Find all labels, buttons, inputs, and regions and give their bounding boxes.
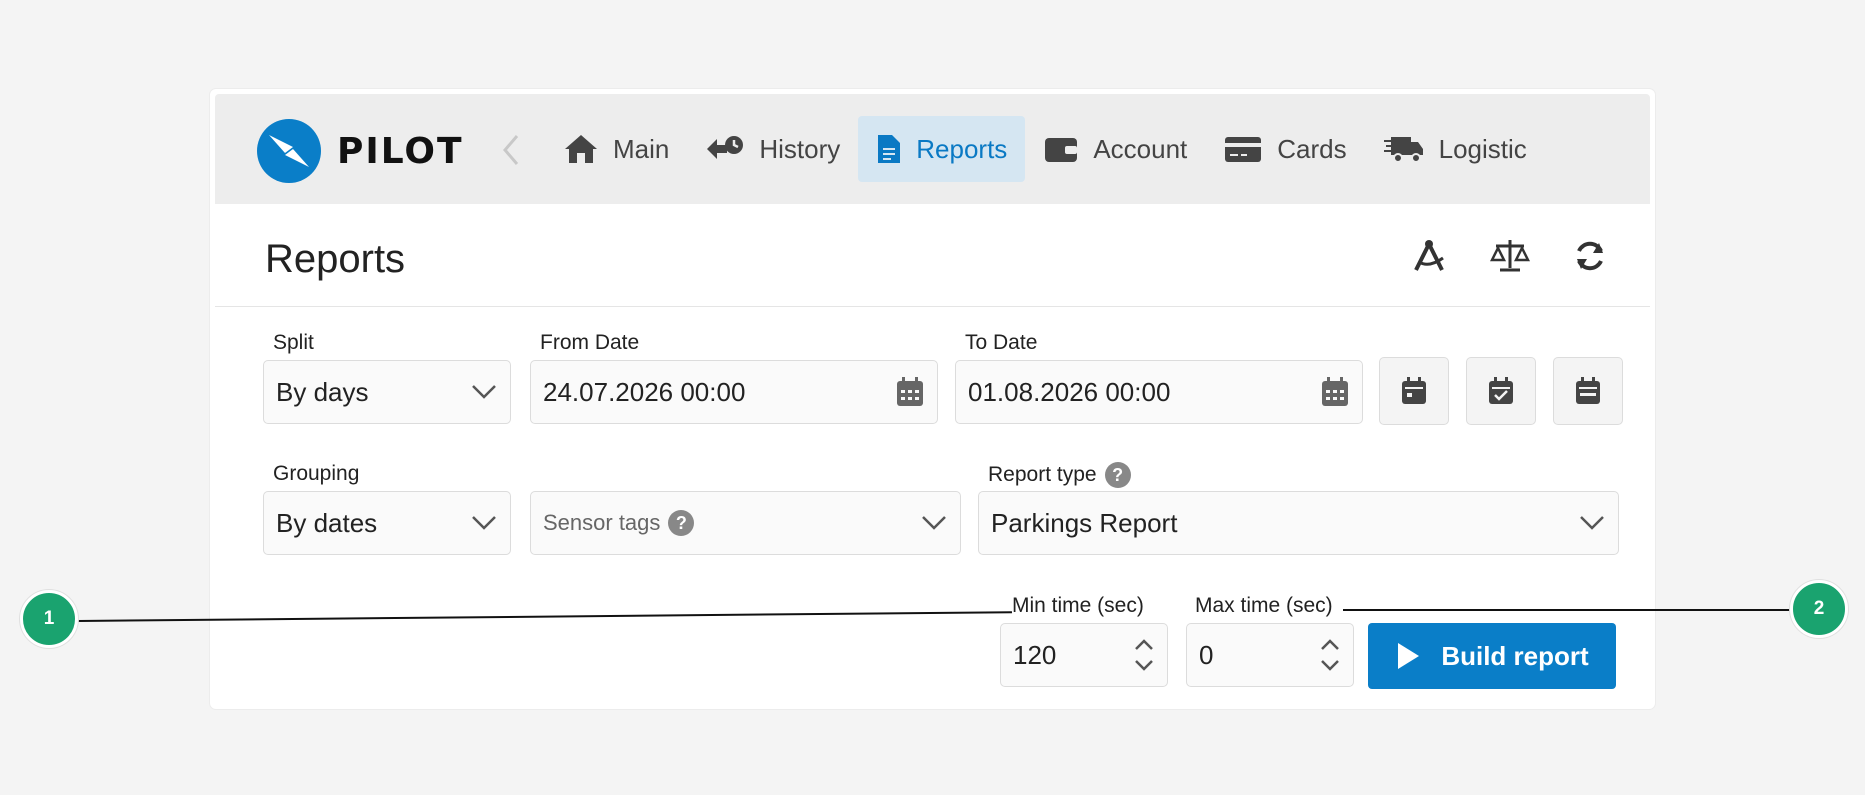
report-type-label: Report type ? [988,462,1131,488]
header-divider [215,306,1650,307]
from-date-input[interactable]: 24.07.2026 00:00 [530,360,938,424]
card-icon [1225,137,1262,162]
nav-item-account[interactable]: Account [1025,116,1205,182]
nav-item-cards[interactable]: Cards [1205,116,1364,182]
report-type-label-text: Report type [988,463,1097,486]
sensor-tags-placeholder-wrap: Sensor tags ? [543,510,920,536]
nav-item-label: History [759,133,841,164]
play-icon [1398,643,1420,669]
annotation-marker-2: 2 [1790,580,1848,638]
from-date-value: 24.07.2026 00:00 [543,376,746,407]
split-select[interactable]: By days [263,360,511,424]
nav-item-logistic[interactable]: Logistic [1365,116,1545,182]
nav-back-chevron-icon[interactable] [495,130,525,170]
to-date-label: To Date [965,331,1038,354]
wallet-icon [1045,138,1078,162]
calendar-check-icon [1489,377,1513,404]
truck-icon [1383,137,1423,163]
to-date-value: 01.08.2026 00:00 [968,376,1171,407]
help-icon[interactable]: ? [668,510,695,536]
chevron-down-icon [472,385,496,399]
main-nav: Main History Reports Account Cards Logis… [545,116,1545,182]
top-navigation-bar: PILOT Main History Reports Account Cards… [215,94,1650,204]
pilot-logo[interactable]: PILOT [255,117,464,185]
min-time-label: Min time (sec) [1012,594,1144,617]
build-report-button[interactable]: Build report [1368,623,1616,689]
to-date-input[interactable]: 01.08.2026 00:00 [955,360,1363,424]
split-value: By days [276,376,369,407]
annotation-marker-label: 1 [43,608,55,629]
max-time-input[interactable]: 0 [1186,623,1354,687]
from-date-label: From Date [540,331,640,354]
preset-today-button[interactable] [1379,357,1449,425]
grouping-select[interactable]: By dates [263,491,511,555]
min-time-input[interactable]: 120 [1000,623,1168,687]
annotation-marker-1: 1 [20,590,78,648]
stepper-icon[interactable] [1319,635,1341,675]
nav-item-label: Logistic [1438,133,1527,164]
annotation-marker-label: 2 [1813,598,1825,619]
page-title: Reports [265,237,406,281]
preset-yesterday-button[interactable] [1466,357,1536,425]
calendar-day-icon [1402,377,1426,404]
nav-item-history[interactable]: History [687,116,858,182]
preset-week-button[interactable] [1553,357,1623,425]
brand-name: PILOT [337,130,464,172]
grouping-value: By dates [276,507,378,538]
nav-item-label: Main [613,133,670,164]
chevron-down-icon [1580,516,1604,530]
chevron-down-icon [922,516,946,530]
max-time-label: Max time (sec) [1195,594,1333,617]
nav-item-label: Account [1093,133,1188,164]
report-type-value: Parkings Report [991,507,1178,538]
max-time-value: 0 [1199,639,1214,670]
pilot-logo-icon [257,119,321,183]
stepper-icon[interactable] [1133,635,1155,675]
sensor-tags-select[interactable]: Sensor tags ? [530,491,961,555]
annotation-line-2 [1343,609,1792,611]
document-icon [878,135,901,163]
chevron-down-icon [472,516,496,530]
sensor-tags-placeholder: Sensor tags [543,510,661,535]
history-icon [707,136,744,159]
help-icon[interactable]: ? [1104,462,1131,488]
build-report-label: Build report [1441,640,1589,671]
calendar-icon [1322,377,1348,406]
scales-icon[interactable] [1490,236,1530,276]
report-type-select[interactable]: Parkings Report [978,491,1619,555]
nav-item-label: Cards [1277,133,1347,164]
page-toolbar [1410,236,1610,276]
calendar-week-icon [1576,377,1600,404]
split-label: Split [273,331,314,354]
nav-item-label: Reports [916,133,1008,164]
nav-item-reports[interactable]: Reports [858,116,1026,182]
calendar-icon [897,377,923,406]
home-icon [565,135,597,163]
refresh-icon[interactable] [1570,236,1610,276]
nav-item-main[interactable]: Main [545,116,687,182]
grouping-label: Grouping [273,462,360,485]
compass-icon[interactable] [1410,236,1450,276]
min-time-value: 120 [1013,639,1057,670]
